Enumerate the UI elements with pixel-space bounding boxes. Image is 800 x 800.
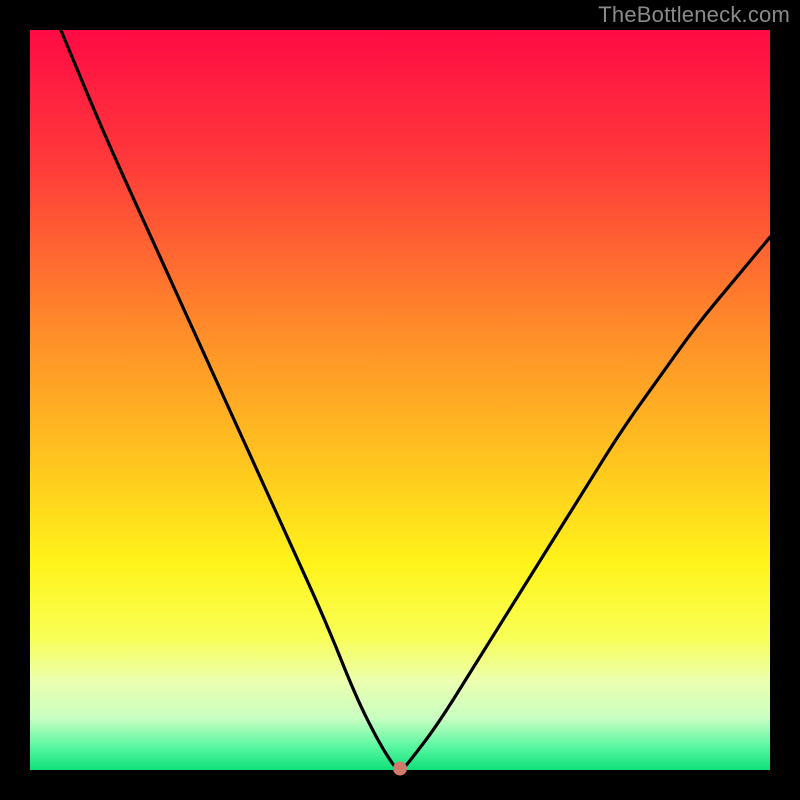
plot-background <box>30 30 770 770</box>
chart-svg <box>0 0 800 800</box>
watermark-text: TheBottleneck.com <box>598 2 790 28</box>
chart-container: TheBottleneck.com <box>0 0 800 800</box>
vertex-marker <box>393 762 407 776</box>
